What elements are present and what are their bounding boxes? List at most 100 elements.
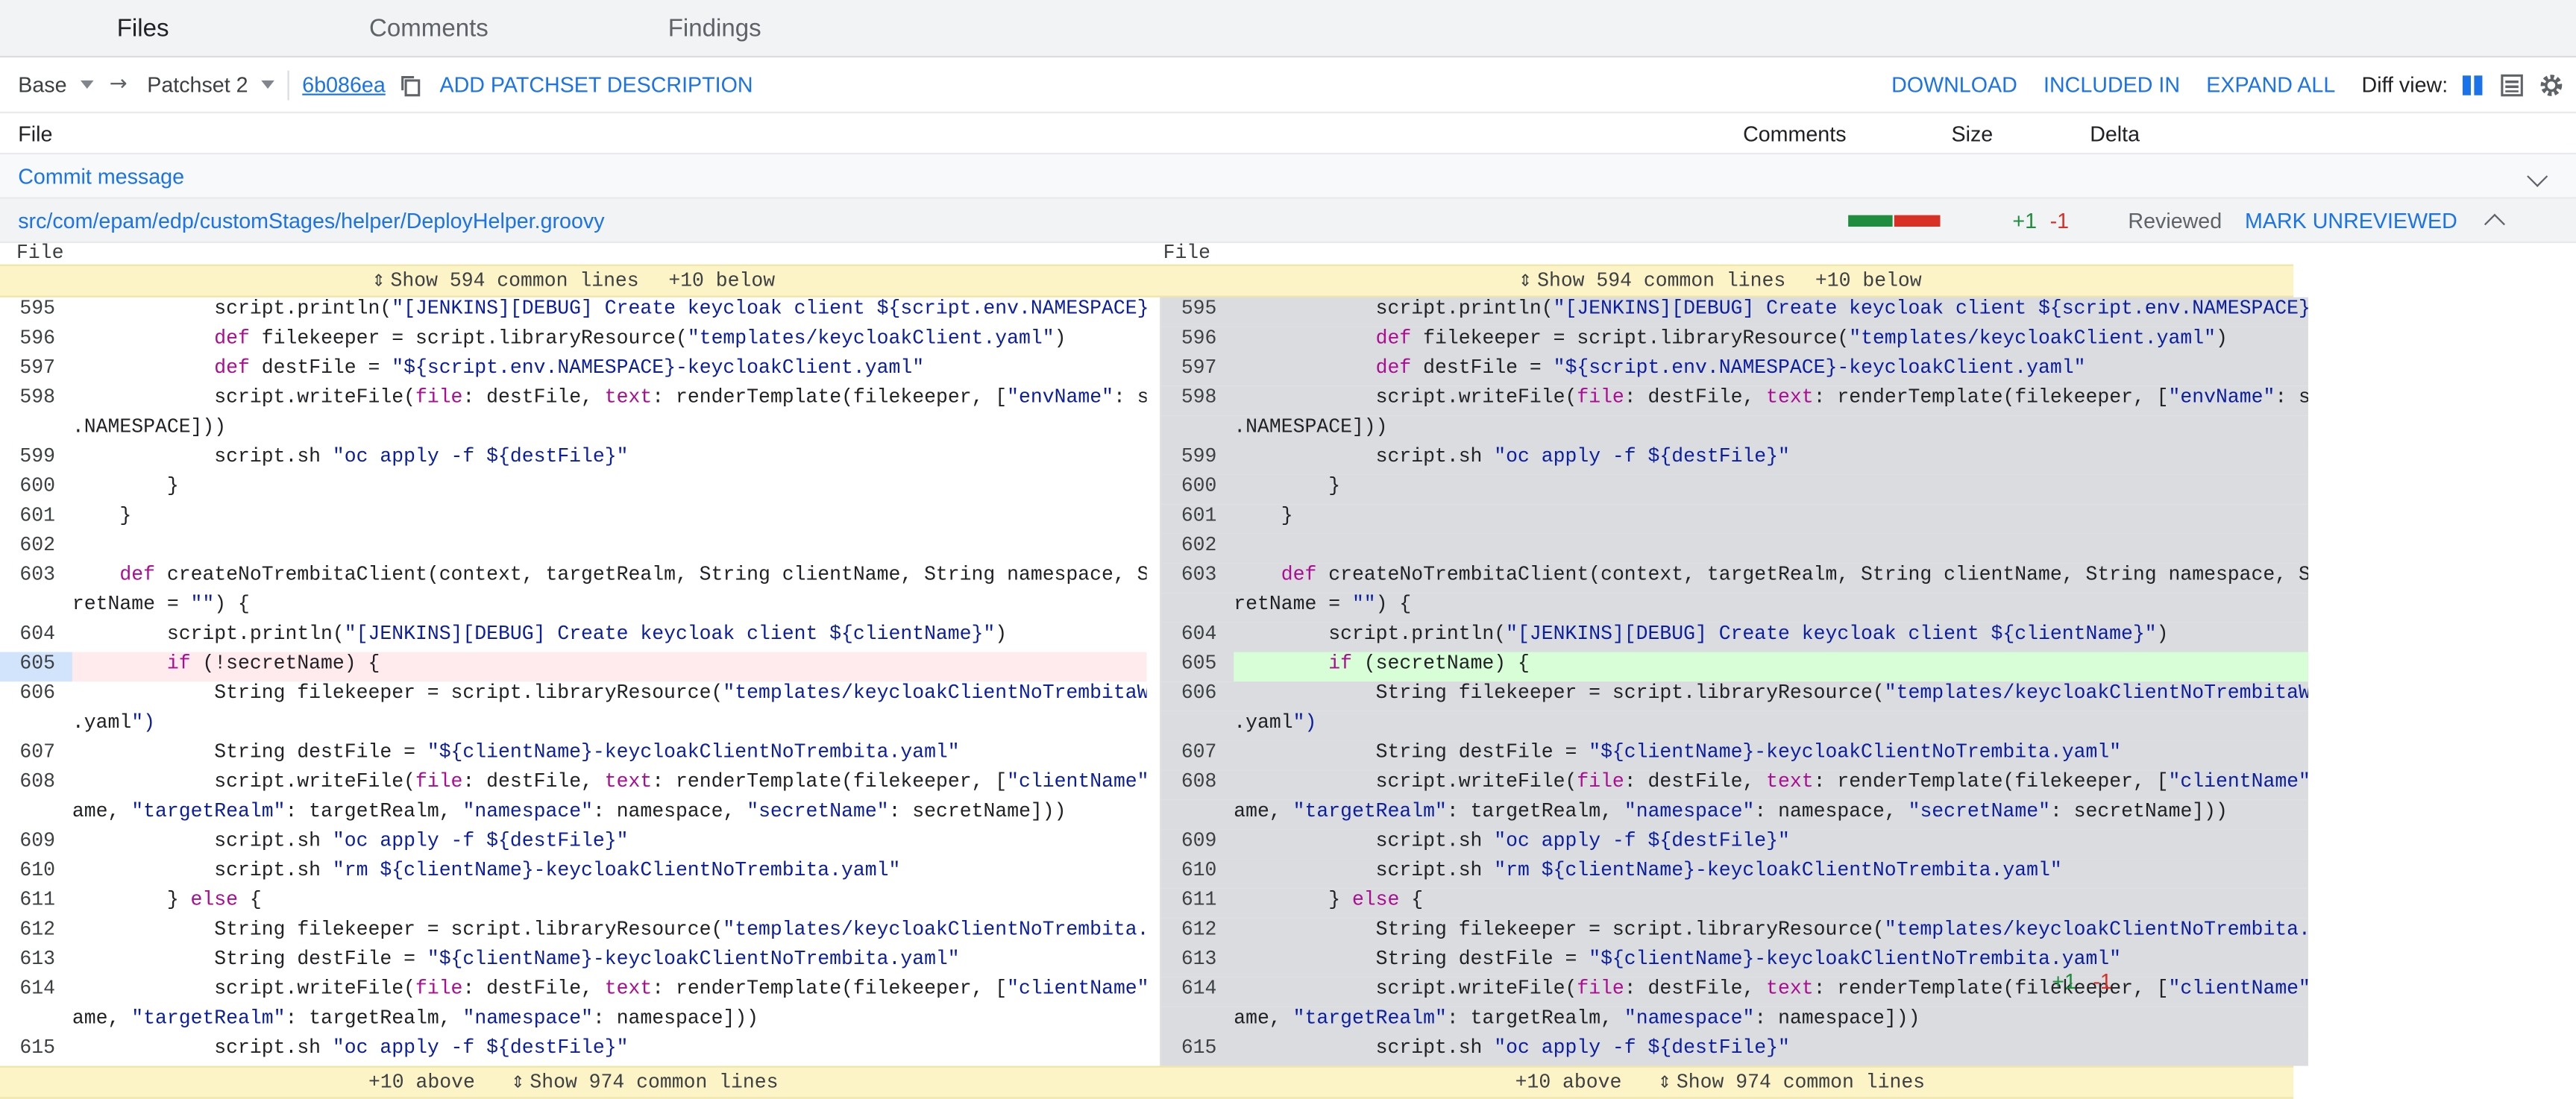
code-line: ame, "targetRealm": targetRealm, "namesp…	[1234, 799, 2228, 823]
file-path-link[interactable]: src/com/epam/edp/customStages/helper/Dep…	[18, 208, 604, 233]
gear-icon[interactable]	[2536, 70, 2566, 100]
line-number[interactable]: 615	[0, 1036, 72, 1066]
line-number[interactable]: 599	[1161, 445, 1234, 475]
show-common-lines-label: Show 974 common lines	[530, 1071, 779, 1095]
line-number[interactable]: 608	[0, 770, 72, 800]
diff-row: 606 String filekeeper = script.libraryRe…	[0, 681, 2308, 711]
line-number[interactable]: 602	[1161, 534, 1234, 564]
line-number[interactable]: 595	[0, 297, 72, 327]
line-number[interactable]: 605	[1161, 652, 1234, 682]
file-row[interactable]: src/com/epam/edp/customStages/helper/Dep…	[0, 198, 2576, 244]
code-line: .yaml")	[72, 711, 155, 734]
line-number[interactable]: 607	[0, 740, 72, 770]
side-by-side-icon[interactable]	[2457, 70, 2487, 100]
chevron-down-icon[interactable]	[2527, 165, 2548, 186]
line-number[interactable]: 598	[1161, 386, 1234, 416]
diff-row: 615 script.sh "oc apply -f ${destFile}" 6…	[0, 1036, 2308, 1066]
line-number	[1161, 415, 1234, 445]
line-number[interactable]: 612	[1161, 918, 1234, 948]
commit-message-link[interactable]: Commit message	[18, 163, 184, 188]
show-above-button[interactable]: +10 above	[1515, 1071, 1622, 1094]
line-number[interactable]: 604	[1161, 623, 1234, 652]
line-number[interactable]: 596	[0, 327, 72, 356]
right-diff-cell: 600 }	[1160, 474, 2308, 505]
show-common-lines-button[interactable]: ⇕ Show 594 common lines	[371, 269, 638, 292]
total-added-count: +1	[2052, 969, 2076, 994]
line-number[interactable]: 603	[1161, 564, 1234, 593]
tab-findings-label: Findings	[667, 13, 761, 42]
chevron-up-icon[interactable]	[2484, 212, 2505, 234]
diff-row: ame, "targetRealm": targetRealm, "namesp…	[0, 799, 2308, 830]
size-bar-removed	[1894, 214, 1941, 226]
line-number[interactable]: 611	[0, 889, 72, 919]
line-number[interactable]: 597	[1161, 356, 1234, 386]
code-line: def createNoTrembitaClient(context, targ…	[1281, 563, 2308, 587]
line-number[interactable]: 597	[0, 356, 72, 386]
commit-sha-link[interactable]: 6b086ea	[302, 72, 386, 97]
code-line: String filekeeper = script.libraryResour…	[72, 918, 1146, 942]
left-diff-cell: 600 }	[0, 475, 1147, 505]
code-line: def destFile = "${script.env.NAMESPACE}-…	[214, 356, 925, 380]
line-number[interactable]: 595	[1161, 297, 1234, 327]
tab-files[interactable]: Files	[0, 0, 286, 56]
tab-bar: Files Comments Findings	[0, 0, 2576, 58]
show-above-button[interactable]: +10 above	[368, 1071, 475, 1094]
included-in-button[interactable]: INCLUDED IN	[2043, 72, 2180, 97]
show-common-lines-label: Show 974 common lines	[1676, 1071, 1926, 1095]
base-selector[interactable]: Base	[18, 72, 93, 97]
diff-side-headers: File File	[0, 242, 2293, 265]
show-common-lines-button[interactable]: ⇕ Show 594 common lines	[1518, 269, 1785, 292]
show-below-button[interactable]: +10 below	[668, 269, 775, 292]
diff-row: 595 script.println("[JENKINS][DEBUG] Cre…	[0, 297, 2308, 327]
code-line: ame, "targetRealm": targetRealm, "namesp…	[1234, 1007, 1920, 1030]
line-number[interactable]: 615	[1161, 1036, 1234, 1066]
expand-all-button[interactable]: EXPAND ALL	[2206, 72, 2335, 97]
right-diff-cell: 597 def destFile = "${script.env.NAMESPA…	[1160, 356, 2308, 386]
show-common-lines-button[interactable]: ⇕ Show 974 common lines	[1658, 1071, 1925, 1094]
right-diff-cell: retName = "") {	[1160, 593, 2308, 623]
code-line: script.writeFile(file: destFile, text: r…	[1234, 385, 2308, 409]
line-number[interactable]: 611	[1161, 889, 1234, 919]
copy-icon[interactable]	[395, 70, 425, 100]
line-number[interactable]: 604	[0, 623, 72, 652]
line-number[interactable]: 606	[1161, 681, 1234, 711]
line-number[interactable]: 607	[1161, 740, 1234, 770]
download-button[interactable]: DOWNLOAD	[1891, 72, 2017, 97]
line-number[interactable]: 598	[0, 386, 72, 416]
unified-icon[interactable]	[2497, 70, 2527, 100]
line-number	[0, 593, 72, 623]
line-number[interactable]: 601	[1161, 504, 1234, 534]
line-number[interactable]: 603	[0, 564, 72, 593]
code-line: script.writeFile(file: destFile, text: r…	[72, 770, 1147, 793]
tab-findings[interactable]: Findings	[572, 0, 858, 56]
show-common-lines-button[interactable]: ⇕ Show 974 common lines	[511, 1071, 778, 1094]
line-number[interactable]: 600	[1161, 475, 1234, 505]
left-diff-cell: 602	[0, 534, 1147, 564]
show-below-button[interactable]: +10 below	[1815, 269, 1922, 292]
left-diff-cell: 615 script.sh "oc apply -f ${destFile}"	[0, 1036, 1147, 1066]
line-number[interactable]: 596	[1161, 327, 1234, 356]
commit-message-row[interactable]: Commit message	[0, 154, 2576, 199]
mark-unreviewed-button[interactable]: MARK UNREVIEWED	[2245, 208, 2457, 233]
line-number[interactable]: 610	[0, 859, 72, 889]
line-number[interactable]: 602	[0, 534, 72, 564]
line-number[interactable]: 610	[1161, 859, 1234, 889]
left-diff-cell: 611 } else {	[0, 889, 1147, 919]
line-number[interactable]: 609	[0, 829, 72, 859]
line-number[interactable]: 606	[0, 681, 72, 711]
line-number[interactable]: 612	[0, 918, 72, 948]
line-number[interactable]: 600	[0, 475, 72, 505]
size-bar-added	[1848, 214, 1894, 226]
line-number[interactable]: 605	[0, 652, 72, 682]
code-line: script.sh "rm ${clientName}-keycloakClie…	[1234, 859, 2062, 882]
tab-comments[interactable]: Comments	[286, 0, 571, 56]
add-patchset-description-button[interactable]: ADD PATCHSET DESCRIPTION	[439, 72, 753, 97]
line-number[interactable]: 599	[0, 445, 72, 475]
line-number[interactable]: 608	[1161, 770, 1234, 800]
code-line: retName = "") {	[72, 593, 250, 617]
line-number[interactable]: 609	[1161, 829, 1234, 859]
context-expander-right: +10 above ⇕ Show 974 common lines	[1147, 1068, 2294, 1098]
right-diff-cell: 595 script.println("[JENKINS][DEBUG] Cre…	[1160, 297, 2308, 327]
patchset-selector[interactable]: Patchset 2	[147, 72, 274, 97]
line-number[interactable]: 601	[0, 504, 72, 534]
